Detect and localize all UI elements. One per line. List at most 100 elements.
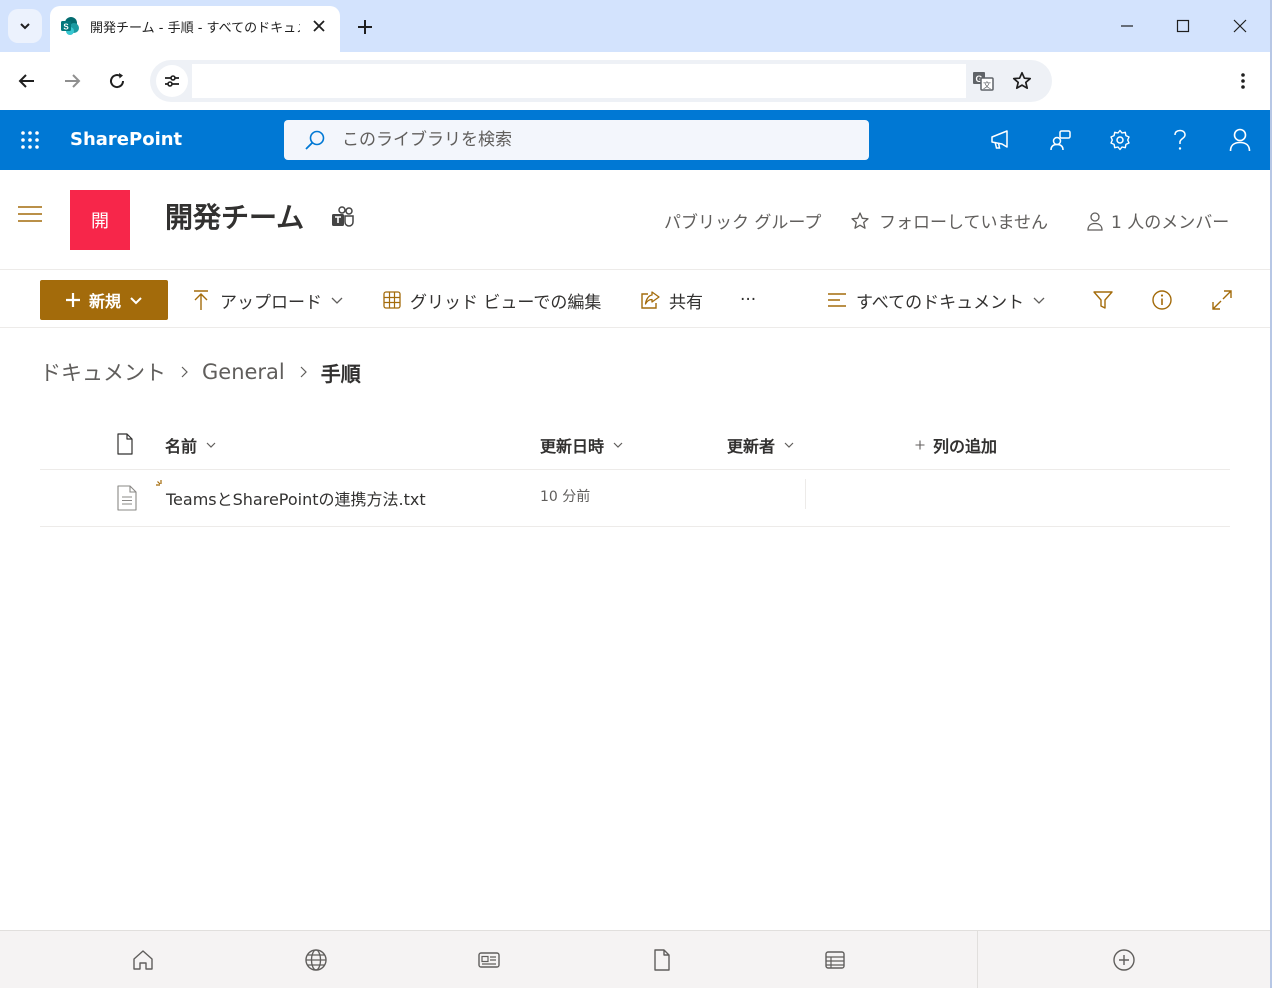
chevron-down-icon <box>1033 297 1045 304</box>
news-button[interactable] <box>476 947 502 973</box>
file-name-link[interactable]: TeamsとSharePointの連携方法.txt <box>166 486 426 510</box>
follow-label: フォローしていません <box>879 213 1048 233</box>
reload-icon <box>110 73 125 89</box>
expand-icon <box>1212 290 1232 310</box>
share-label: 共有 <box>669 292 703 313</box>
info-icon <box>1152 290 1172 310</box>
details-pane-button[interactable] <box>1148 286 1176 314</box>
sharepoint-favicon-icon: S <box>61 17 79 35</box>
list-header: 名前 更新日時 更新者 列の追加 <box>40 420 1230 470</box>
address-bar: G文 <box>150 60 1052 102</box>
person-icon <box>1229 128 1251 152</box>
star-icon <box>1012 71 1032 90</box>
forward-button[interactable] <box>55 64 89 98</box>
fullscreen-button[interactable] <box>1208 286 1236 314</box>
file-type-column-header[interactable] <box>116 433 134 455</box>
browser-menu-button[interactable] <box>1228 64 1258 98</box>
sites-button[interactable] <box>303 947 329 973</box>
tab-search-button[interactable] <box>8 9 42 43</box>
table-row[interactable]: TeamsとSharePointの連携方法.txt 10 分前 <box>40 471 1230 527</box>
share-icon <box>641 291 660 309</box>
grid-view-edit-label: グリッド ビューでの編集 <box>410 292 602 313</box>
file-icon <box>654 949 670 971</box>
hamburger-menu-icon[interactable] <box>14 200 46 228</box>
filter-icon <box>1093 291 1113 309</box>
tab-close-button[interactable] <box>308 15 330 37</box>
upload-button[interactable]: アップロード <box>190 288 344 313</box>
person-outline-icon <box>1087 211 1103 231</box>
follow-button[interactable]: フォローしていません <box>850 208 1048 233</box>
modified-by-column-header[interactable]: 更新者 <box>727 433 795 457</box>
site-logo-letter: 開 <box>91 211 109 232</box>
library-search-box <box>284 120 869 160</box>
filter-button[interactable] <box>1089 286 1117 314</box>
browser-tab-strip: S 開発チーム - 手順 - すべてのドキュメント <box>0 0 1272 52</box>
account-button[interactable] <box>1222 122 1258 158</box>
tab-title: 開発チーム - 手順 - すべてのドキュメント <box>90 21 300 36</box>
help-icon <box>1174 129 1186 150</box>
arrow-right-icon <box>65 74 81 88</box>
chevron-down-icon <box>130 297 142 305</box>
share-people-button[interactable] <box>1042 122 1078 158</box>
breadcrumb-item-general[interactable]: General <box>202 360 285 384</box>
view-label: すべてのドキュメント <box>856 292 1025 313</box>
list-icon <box>825 951 845 969</box>
help-button[interactable] <box>1162 122 1198 158</box>
view-switcher-button[interactable]: すべてのドキュメント <box>826 288 1046 313</box>
home-button[interactable] <box>130 947 156 973</box>
chevron-down-icon <box>784 442 794 448</box>
browser-tab-active[interactable]: S 開発チーム - 手順 - すべてのドキュメント <box>50 6 340 52</box>
grid-view-edit-button[interactable]: グリッド ビューでの編集 <box>382 288 602 313</box>
brand-name[interactable]: SharePoint <box>70 129 182 150</box>
more-commands-button[interactable]: ··· <box>740 288 756 312</box>
column-divider <box>805 479 806 509</box>
text-file-icon <box>117 485 137 511</box>
translate-button[interactable]: G文 <box>968 66 998 96</box>
share-button[interactable]: 共有 <box>639 288 703 313</box>
suite-bar: SharePoint <box>0 110 1270 170</box>
reload-button[interactable] <box>100 64 134 98</box>
breadcrumb-item-documents[interactable]: ドキュメント <box>40 357 166 387</box>
bookmark-button[interactable] <box>1007 66 1037 96</box>
back-button[interactable] <box>10 64 44 98</box>
name-column-header[interactable]: 名前 <box>165 433 217 457</box>
maximize-icon <box>1176 19 1190 33</box>
chevron-down-icon <box>331 297 343 304</box>
new-tab-button[interactable] <box>350 12 380 42</box>
upload-label: アップロード <box>220 292 322 313</box>
teams-icon[interactable] <box>330 206 356 230</box>
close-icon <box>1233 19 1247 33</box>
modified-column-header[interactable]: 更新日時 <box>540 433 624 457</box>
window-close-button[interactable] <box>1220 8 1260 44</box>
site-info-button[interactable] <box>156 65 188 97</box>
files-button[interactable] <box>649 947 675 973</box>
name-column-label: 名前 <box>165 437 198 456</box>
announcements-button[interactable] <box>982 122 1018 158</box>
create-button[interactable] <box>1111 947 1137 973</box>
minimize-icon <box>1121 25 1133 27</box>
new-button[interactable]: 新規 <box>40 280 168 320</box>
site-header: 開 開発チーム パブリック グループ フォローしていません 1 人のメンバー <box>0 170 1270 270</box>
grid-icon <box>383 291 401 309</box>
lists-button[interactable] <box>822 947 848 973</box>
svg-text:S: S <box>63 23 69 32</box>
members-button[interactable]: 1 人のメンバー <box>1086 208 1229 233</box>
more-vertical-icon <box>1241 73 1245 89</box>
home-icon <box>133 950 153 970</box>
address-input[interactable] <box>192 64 966 98</box>
window-minimize-button[interactable] <box>1107 8 1147 44</box>
site-title[interactable]: 開発チーム <box>165 196 304 236</box>
chevron-down-icon <box>613 442 623 448</box>
news-icon <box>478 952 500 968</box>
add-circle-icon <box>1113 949 1135 971</box>
app-launcher-button[interactable] <box>14 124 46 156</box>
site-logo[interactable]: 開 <box>70 190 130 250</box>
window-maximize-button[interactable] <box>1163 8 1203 44</box>
add-column-label: 列の追加 <box>933 437 998 456</box>
bottom-bar-divider <box>977 931 978 988</box>
search-input[interactable] <box>342 128 842 152</box>
settings-button[interactable] <box>1102 122 1138 158</box>
view-list-icon <box>828 293 846 307</box>
modified-value: 10 分前 <box>540 489 591 505</box>
add-column-button[interactable]: 列の追加 <box>915 433 997 457</box>
